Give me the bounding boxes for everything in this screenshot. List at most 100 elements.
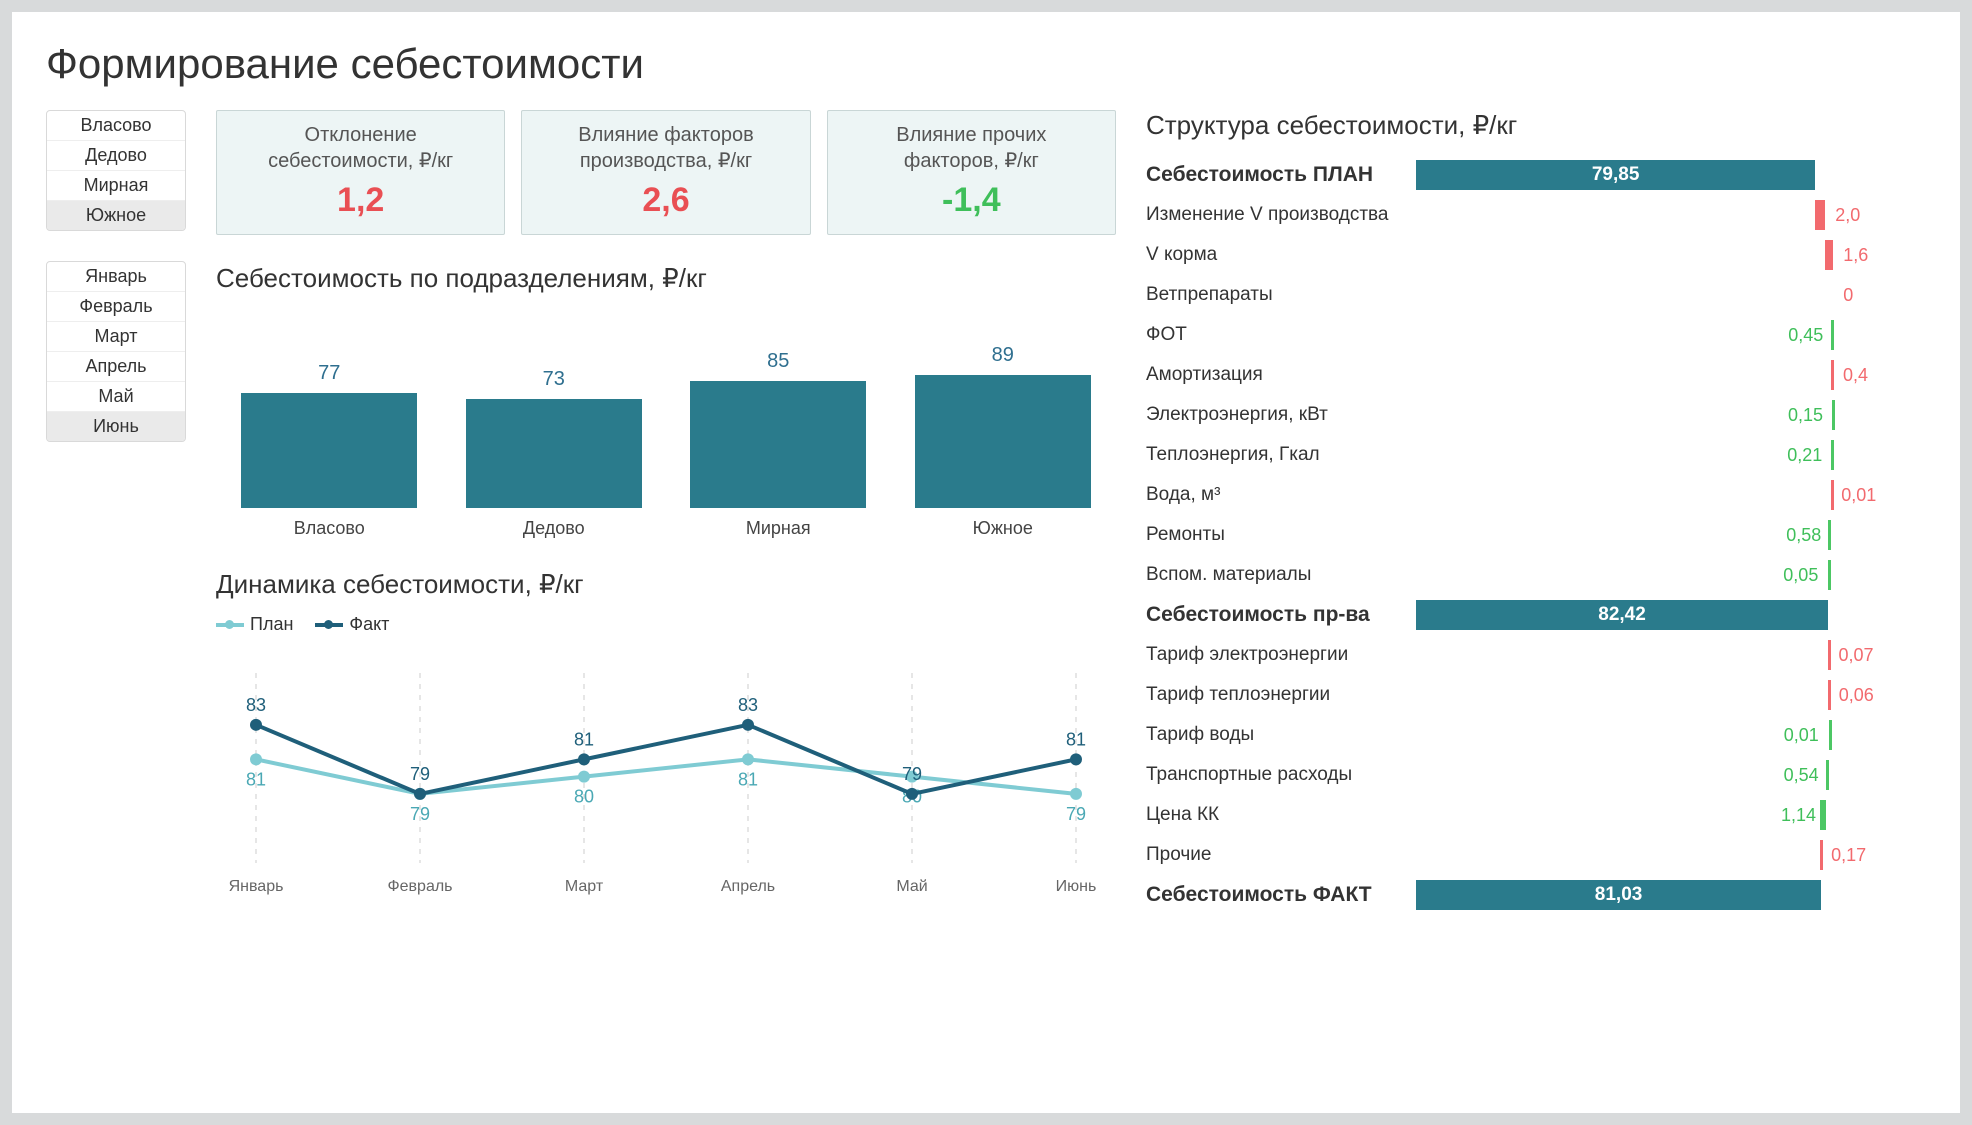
month-slicer-item[interactable]: Январь xyxy=(47,262,185,292)
bar xyxy=(241,393,417,509)
waterfall-row: Амортизация0,4 xyxy=(1146,355,1926,395)
unit-slicer-item[interactable]: Власово xyxy=(47,111,185,141)
line-point xyxy=(742,753,754,765)
waterfall-row: Тариф теплоэнергии0,06 xyxy=(1146,675,1926,715)
waterfall-bar xyxy=(1828,560,1831,590)
waterfall-total-value: 81,03 xyxy=(1416,880,1821,910)
waterfall-row: Ветпрепараты0 xyxy=(1146,275,1926,315)
kpi-card: Влияние прочих факторов, ₽/кг-1,4 xyxy=(827,110,1116,235)
waterfall-label: Цена КК xyxy=(1146,804,1406,826)
waterfall-label: Прочие xyxy=(1146,844,1406,866)
waterfall-bar xyxy=(1831,360,1834,390)
bar-value-label: 89 xyxy=(896,344,1111,367)
waterfall-bar xyxy=(1820,800,1826,830)
waterfall-value: 0,21 xyxy=(1787,440,1822,470)
waterfall-label: Электроэнергия, кВт xyxy=(1146,404,1406,426)
waterfall-bar xyxy=(1832,400,1835,430)
waterfall-bar xyxy=(1828,640,1831,670)
waterfall-track: 0,21 xyxy=(1416,440,1926,470)
waterfall-track: 82,42 xyxy=(1416,600,1926,630)
line-data-label: 81 xyxy=(574,729,594,749)
month-slicer[interactable]: ЯнварьФевральМартАпрельМайИюнь xyxy=(46,261,186,442)
bar-value-label: 77 xyxy=(222,362,437,385)
line-point xyxy=(250,719,262,731)
waterfall-bar xyxy=(1831,440,1834,470)
bar-category: Южное xyxy=(896,518,1111,539)
waterfall-bar: 81,03 xyxy=(1416,880,1821,910)
line-chart: ЯнварьФевральМартАпрельМайИюнь8179808180… xyxy=(216,643,1116,903)
waterfall-value: 0,01 xyxy=(1841,480,1876,510)
unit-slicer-item[interactable]: Южное xyxy=(47,201,185,230)
waterfall-row: Себестоимость ФАКТ81,03 xyxy=(1146,875,1926,915)
bar-column: 77 xyxy=(222,362,437,509)
line-category: Май xyxy=(896,878,927,895)
waterfall-row: Изменение V производства 2,0 xyxy=(1146,195,1926,235)
waterfall-value: 0,45 xyxy=(1788,320,1823,350)
waterfall-row: ФОТ0,45 xyxy=(1146,315,1926,355)
line-data-label: 79 xyxy=(410,804,430,824)
waterfall-bar xyxy=(1828,680,1831,710)
waterfall-label: V корма xyxy=(1146,244,1406,266)
waterfall-label: Ремонты xyxy=(1146,524,1406,546)
kpi-label: Влияние факторов производства, ₽/кг xyxy=(530,121,801,175)
unit-slicer-item[interactable]: Дедово xyxy=(47,141,185,171)
waterfall-track: 2,0 xyxy=(1416,200,1926,230)
month-slicer-item[interactable]: Февраль xyxy=(47,292,185,322)
legend-label-plan: План xyxy=(250,614,293,635)
bar xyxy=(466,399,642,509)
layout: ВласовоДедовоМирнаяЮжное ЯнварьФевральМа… xyxy=(46,110,1926,915)
month-slicer-item[interactable]: Май xyxy=(47,382,185,412)
waterfall-label: Изменение V производства xyxy=(1146,204,1406,226)
waterfall-track: 0,54 xyxy=(1416,760,1926,790)
month-slicer-item[interactable]: Март xyxy=(47,322,185,352)
waterfall-track: 81,03 xyxy=(1416,880,1926,910)
waterfall-track: 0,06 xyxy=(1416,680,1926,710)
waterfall-column: Структура себестоимости, ₽/кг Себестоимо… xyxy=(1146,110,1926,915)
waterfall-bar: 79,85 xyxy=(1416,160,1815,190)
line-data-label: 81 xyxy=(1066,729,1086,749)
line-category: Апрель xyxy=(721,878,775,895)
kpi-card: Влияние факторов производства, ₽/кг2,6 xyxy=(521,110,810,235)
line-category: Февраль xyxy=(387,878,452,895)
line-chart-section: Динамика себестоимости, ₽/кг План Факт Я… xyxy=(216,569,1116,903)
legend-swatch-fact xyxy=(315,623,343,627)
unit-slicer[interactable]: ВласовоДедовоМирнаяЮжное xyxy=(46,110,186,231)
waterfall-row: Прочие 0,17 xyxy=(1146,835,1926,875)
bar-category: Мирная xyxy=(671,518,886,539)
waterfall-track: 0,45 xyxy=(1416,320,1926,350)
kpi-label: Отклонение себестоимости, ₽/кг xyxy=(225,121,496,175)
waterfall-row: V корма 1,6 xyxy=(1146,235,1926,275)
month-slicer-item[interactable]: Апрель xyxy=(47,352,185,382)
month-slicer-item[interactable]: Июнь xyxy=(47,412,185,441)
waterfall-label: Себестоимость пр-ва xyxy=(1146,603,1406,627)
waterfall-total-value: 79,85 xyxy=(1416,160,1815,190)
unit-slicer-item[interactable]: Мирная xyxy=(47,171,185,201)
waterfall-track: 1,14 xyxy=(1416,800,1926,830)
waterfall-track: 0,07 xyxy=(1416,640,1926,670)
waterfall-label: Тариф воды xyxy=(1146,724,1406,746)
kpi-value: 1,2 xyxy=(225,181,496,220)
waterfall-row: Цена КК 1,14 xyxy=(1146,795,1926,835)
waterfall-value: 1,6 xyxy=(1843,240,1868,270)
waterfall-track: 0,15 xyxy=(1416,400,1926,430)
kpi-label: Влияние прочих факторов, ₽/кг xyxy=(836,121,1107,175)
waterfall-value: 0,17 xyxy=(1831,840,1866,870)
waterfall-row: Теплоэнергия, Гкал0,21 xyxy=(1146,435,1926,475)
legend-label-fact: Факт xyxy=(349,614,389,635)
waterfall-track: 0,01 xyxy=(1416,480,1926,510)
waterfall-row: Тариф электроэнергии0,07 xyxy=(1146,635,1926,675)
bar-column: 73 xyxy=(447,368,662,509)
waterfall-track: 0,58 xyxy=(1416,520,1926,550)
bar-chart-categories: ВласовоДедовоМирнаяЮжное xyxy=(216,508,1116,539)
line-data-label: 81 xyxy=(738,769,758,789)
line-point xyxy=(742,719,754,731)
line-point xyxy=(414,788,426,800)
line-category: Март xyxy=(565,878,604,895)
waterfall-row: Вспом. материалы0,05 xyxy=(1146,555,1926,595)
line-point xyxy=(578,753,590,765)
bar-chart-title: Себестоимость по подразделениям, ₽/кг xyxy=(216,263,1116,294)
center-column: Отклонение себестоимости, ₽/кг 1,2 Влияние… xyxy=(216,110,1116,915)
line-point xyxy=(906,788,918,800)
waterfall-label: Вспом. материалы xyxy=(1146,564,1406,586)
waterfall-label: Вода, м³ xyxy=(1146,484,1406,506)
